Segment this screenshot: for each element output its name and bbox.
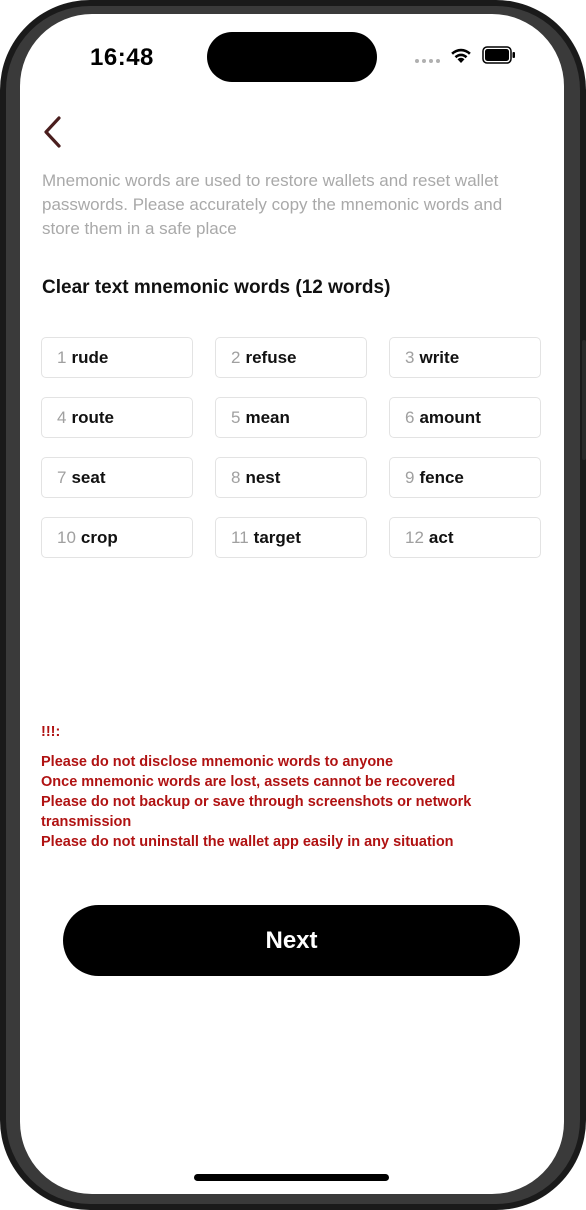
mnemonic-word: 8 nest	[215, 457, 367, 498]
dynamic-island	[207, 32, 377, 82]
chevron-left-icon	[44, 116, 61, 148]
word-text: fence	[419, 467, 464, 487]
mnemonic-word-grid: 1 rude 2 refuse 3 write 4 route 5 mean 6 amoun…	[41, 337, 543, 558]
home-indicator[interactable]	[194, 1174, 389, 1181]
word-text: seat	[71, 467, 106, 487]
warning-line: Please do not uninstall the wallet app e…	[41, 834, 454, 850]
mnemonic-word: 1 rude	[41, 337, 193, 378]
word-number: 7	[57, 467, 67, 487]
word-number: 11	[231, 527, 249, 547]
warning-line: Please do not backup or save through scr…	[41, 794, 472, 830]
word-text: amount	[419, 407, 481, 427]
intro-text: Mnemonic words are used to restore walle…	[42, 171, 503, 238]
next-button[interactable]: Next	[63, 905, 520, 976]
device-side-button	[582, 340, 586, 460]
section-title: Clear text mnemonic words (12 words)	[42, 277, 391, 298]
mnemonic-word: 6 amount	[389, 397, 541, 438]
status-icons	[415, 46, 516, 69]
word-number: 1	[57, 347, 67, 367]
word-text: refuse	[245, 347, 297, 367]
mnemonic-word: 12 act	[389, 517, 541, 558]
screen: 16:48 Mnemonic words are used to restore…	[20, 14, 564, 1194]
word-number: 5	[231, 407, 241, 427]
back-button[interactable]	[36, 114, 68, 150]
word-number: 4	[57, 407, 67, 427]
word-number: 6	[405, 407, 415, 427]
word-text: rude	[71, 347, 109, 367]
mnemonic-word: 3 write	[389, 337, 541, 378]
mnemonic-word: 10 crop	[41, 517, 193, 558]
device-frame: 16:48 Mnemonic words are used to restore…	[0, 0, 586, 1210]
battery-icon	[482, 46, 516, 69]
word-text: write	[419, 347, 460, 367]
word-number: 10	[57, 527, 76, 547]
wifi-icon	[450, 47, 472, 69]
status-time: 16:48	[90, 44, 154, 71]
word-text: target	[253, 527, 301, 547]
warning-line: Once mnemonic words are lost, assets can…	[41, 774, 456, 790]
word-text: mean	[245, 407, 290, 427]
mnemonic-word: 2 refuse	[215, 337, 367, 378]
word-text: crop	[80, 527, 118, 547]
word-number: 12	[405, 527, 424, 547]
word-number: 2	[231, 347, 241, 367]
mnemonic-word: 4 route	[41, 397, 193, 438]
mnemonic-word: 5 mean	[215, 397, 367, 438]
warning-line: Please do not disclose mnemonic words to…	[41, 754, 394, 770]
mnemonic-word: 9 fence	[389, 457, 541, 498]
word-number: 9	[405, 467, 415, 487]
mnemonic-word: 11 target	[215, 517, 367, 558]
word-text: route	[71, 407, 114, 427]
mnemonic-word: 7 seat	[41, 457, 193, 498]
word-text: nest	[245, 467, 281, 487]
word-text: act	[428, 527, 454, 547]
signal-icon	[415, 58, 440, 63]
word-number: 3	[405, 347, 415, 367]
warning-title: !!!:	[41, 724, 61, 740]
word-number: 8	[231, 467, 241, 487]
warning-block: !!!: Please do not disclose mnemonic wor…	[41, 722, 541, 852]
